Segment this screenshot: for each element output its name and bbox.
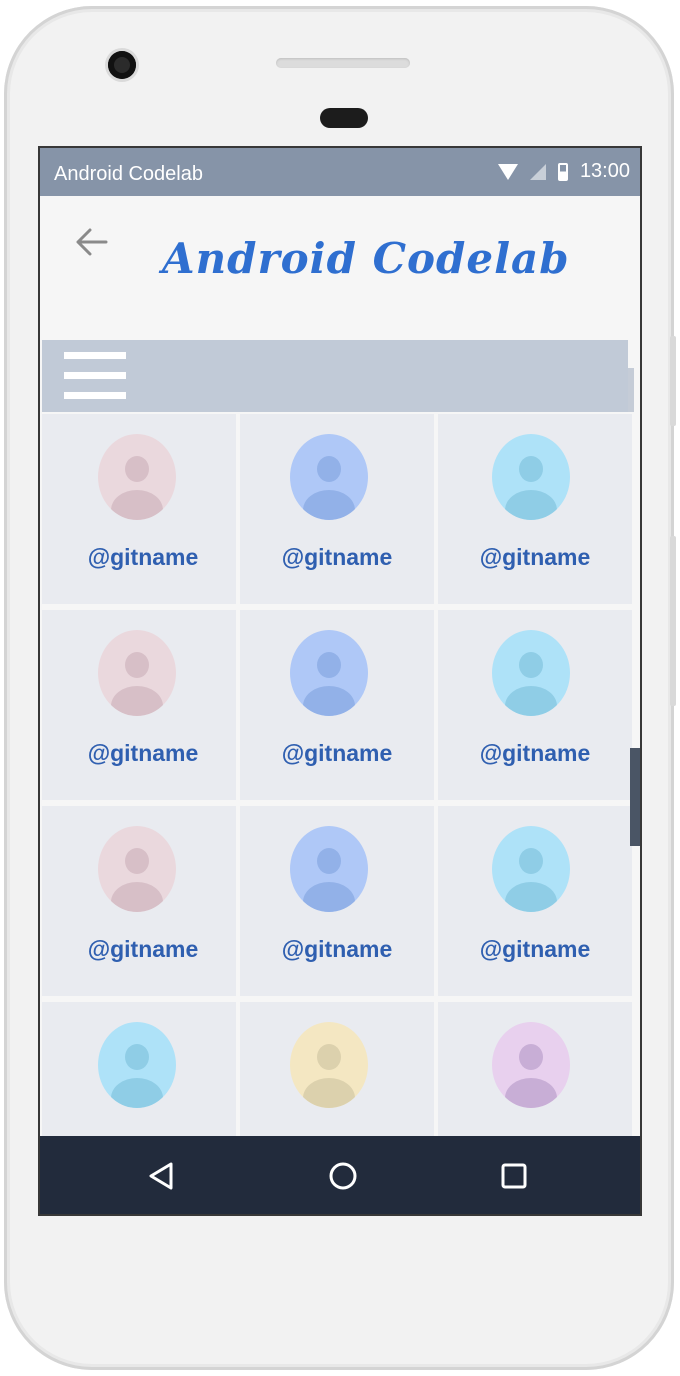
user-handle: @gitname [479, 936, 591, 962]
user-handle: @gitname [281, 544, 393, 570]
avatar-icon [290, 434, 368, 520]
signal-icon [529, 163, 546, 180]
status-app-name: Android Codelab [54, 163, 203, 185]
front-camera-icon [108, 51, 136, 79]
scrollbar-track [628, 368, 634, 412]
wifi-icon [497, 163, 518, 180]
user-card[interactable]: @gitname [240, 806, 434, 996]
avatar-icon [492, 1022, 570, 1108]
avatar-icon [492, 434, 570, 520]
avatar-icon [98, 434, 176, 520]
power-button [670, 536, 676, 706]
navigation-bar [40, 1136, 640, 1214]
user-grid: @gitname @gitname @gitname @gitname @gitname… [42, 414, 632, 1192]
app-title: Android Codelab [162, 234, 570, 283]
user-card[interactable]: @gitname [42, 806, 236, 996]
avatar-icon [98, 630, 176, 716]
user-handle: @gitname [281, 936, 393, 962]
volume-button [670, 336, 676, 426]
user-handle: @gitname [479, 740, 591, 766]
user-card[interactable]: @gitname [42, 414, 236, 604]
menu-bar [42, 340, 628, 412]
hamburger-menu-icon[interactable] [64, 352, 126, 400]
triangle-back-icon[interactable] [146, 1160, 178, 1192]
status-time: 13:00 [579, 160, 630, 182]
avatar-icon [290, 630, 368, 716]
user-handle: @gitname [87, 544, 199, 570]
user-handle: @gitname [87, 740, 199, 766]
scrollbar-thumb[interactable] [630, 748, 640, 846]
circle-home-icon[interactable] [327, 1160, 359, 1192]
battery-icon [557, 162, 568, 181]
status-bar: Android Codelab 13:00 [40, 148, 640, 196]
user-card[interactable]: @gitname [240, 610, 434, 800]
user-card[interactable]: @gitname [438, 806, 632, 996]
user-handle: @gitname [281, 740, 393, 766]
device-screen: Android Codelab 13:00 Android Codelab @g… [38, 146, 642, 1216]
app-bar: Android Codelab [40, 196, 640, 338]
user-card[interactable]: @gitname [438, 414, 632, 604]
earpiece-speaker [276, 58, 410, 68]
avatar-icon [290, 1022, 368, 1108]
user-handle: @gitname [87, 936, 199, 962]
user-card[interactable]: @gitname [240, 414, 434, 604]
status-icons: 13:00 [497, 160, 630, 183]
avatar-icon [98, 1022, 176, 1108]
square-recents-icon[interactable] [498, 1160, 530, 1192]
arrow-back-icon[interactable] [72, 222, 112, 262]
avatar-icon [492, 630, 570, 716]
avatar-icon [98, 826, 176, 912]
proximity-sensor [320, 108, 368, 128]
user-card[interactable]: @gitname [42, 610, 236, 800]
avatar-icon [492, 826, 570, 912]
avatar-icon [290, 826, 368, 912]
user-card[interactable]: @gitname [438, 610, 632, 800]
user-handle: @gitname [479, 544, 591, 570]
